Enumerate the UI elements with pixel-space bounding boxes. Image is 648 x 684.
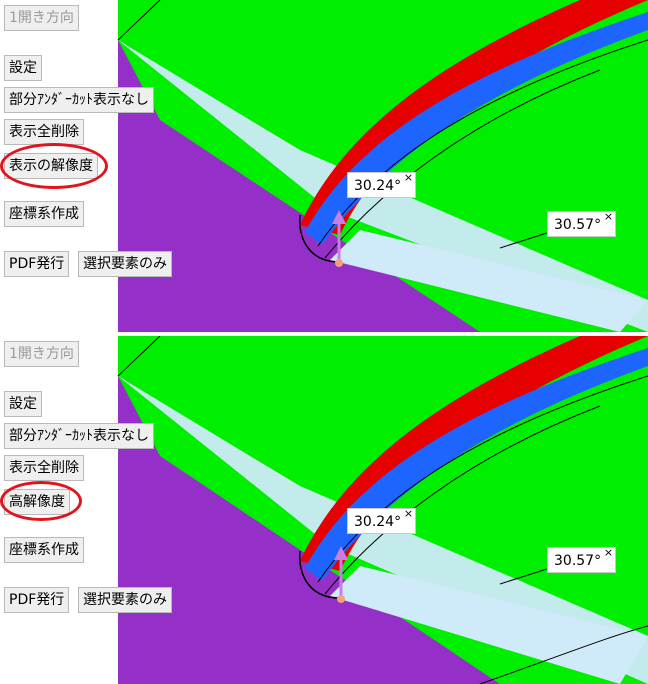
- angle-value: 30.24°: [354, 514, 402, 530]
- top-panel: 1開き方向 設定 部分ｱﾝﾀﾞｰｶｯﾄ表示なし 表示全削除 表示の解像度 座標系…: [0, 0, 648, 332]
- 3d-viewport[interactable]: [0, 336, 648, 684]
- create-coordinate-button[interactable]: 座標系作成: [4, 537, 84, 563]
- settings-button[interactable]: 設定: [4, 55, 42, 81]
- highlight-ellipse: [0, 481, 82, 521]
- pdf-issue-button[interactable]: PDF発行: [4, 587, 70, 613]
- angle-label-1[interactable]: 30.24° ×: [347, 172, 417, 198]
- partial-undercut-button[interactable]: 部分ｱﾝﾀﾞｰｶｯﾄ表示なし: [4, 423, 154, 449]
- angle-value: 30.57°: [554, 553, 602, 569]
- selected-only-button[interactable]: 選択要素のみ: [78, 251, 172, 277]
- close-icon[interactable]: ×: [604, 211, 613, 223]
- highlight-ellipse: [0, 143, 108, 189]
- angle-value: 30.24°: [354, 178, 402, 194]
- origin-point: [337, 595, 345, 603]
- open-direction-button[interactable]: 1開き方向: [4, 5, 79, 31]
- partial-undercut-button[interactable]: 部分ｱﾝﾀﾞｰｶｯﾄ表示なし: [4, 87, 154, 113]
- origin-point: [335, 259, 343, 267]
- pdf-issue-button[interactable]: PDF発行: [4, 251, 70, 277]
- angle-label-1[interactable]: 30.24° ×: [347, 508, 417, 534]
- angle-label-2[interactable]: 30.57° ×: [547, 211, 617, 237]
- open-direction-button[interactable]: 1開き方向: [4, 341, 79, 367]
- clear-display-button[interactable]: 表示全削除: [4, 119, 84, 145]
- close-icon[interactable]: ×: [404, 172, 413, 184]
- settings-button[interactable]: 設定: [4, 391, 42, 417]
- close-icon[interactable]: ×: [404, 508, 413, 520]
- selected-only-button[interactable]: 選択要素のみ: [78, 587, 172, 613]
- close-icon[interactable]: ×: [604, 547, 613, 559]
- angle-value: 30.57°: [554, 217, 602, 233]
- clear-display-button[interactable]: 表示全削除: [4, 455, 84, 481]
- create-coordinate-button[interactable]: 座標系作成: [4, 201, 84, 227]
- angle-label-2[interactable]: 30.57° ×: [547, 547, 617, 573]
- bottom-panel: 1開き方向 設定 部分ｱﾝﾀﾞｰｶｯﾄ表示なし 表示全削除 高解像度 座標系作成…: [0, 336, 648, 684]
